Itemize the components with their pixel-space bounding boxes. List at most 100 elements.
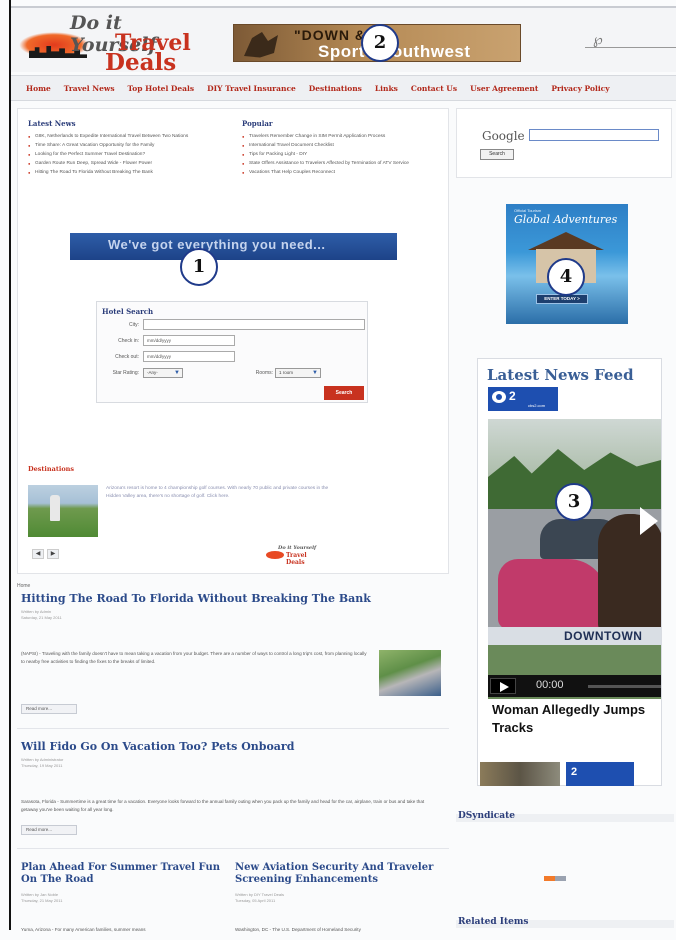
nav-item-home[interactable]: Home xyxy=(26,84,51,93)
article-date: Thursday, 19 May 2011 xyxy=(21,763,63,768)
checkin-label: Check in: xyxy=(118,338,139,344)
read-more-button[interactable]: Read more... xyxy=(21,704,77,714)
destinations-heading: Destinations xyxy=(28,465,75,473)
feed-thumbnails: 2 xyxy=(480,762,634,786)
previous-arrow-icon[interactable]: ◀ xyxy=(32,549,44,559)
article-divider xyxy=(17,848,449,849)
cbs-channel-number: 2 xyxy=(509,389,516,403)
latest-news-link[interactable]: Garden Route Run Deep, Spread Wide - Flo… xyxy=(28,159,203,168)
site-logo[interactable]: Do it Yourself Travel Deals xyxy=(15,12,195,76)
right-sidebar: Google Search Official Tourism Global Ad… xyxy=(456,108,676,940)
article-body: Yuma, Arizona - For many American famili… xyxy=(21,927,146,932)
star-rating-label: Star Rating: xyxy=(112,370,139,376)
rooms-select[interactable]: 1 room xyxy=(275,368,321,378)
ad-title: Global Adventures xyxy=(514,213,618,226)
article-title[interactable]: Hitting The Road To Florida Without Brea… xyxy=(21,592,371,605)
main-content-panel: Latest News G8K, Netherlands to Expedite… xyxy=(17,108,449,574)
main-nav: Home Travel News Top Hotel Deals DIY Tra… xyxy=(11,75,676,101)
article-title[interactable]: Plan Ahead For Summer Travel Fun On The … xyxy=(21,862,233,886)
popular-link[interactable]: International Travel Document Checklist xyxy=(242,141,417,150)
search-icon[interactable]: ℘ xyxy=(593,32,603,48)
star-rating-select[interactable]: -Any- xyxy=(143,368,183,378)
latest-news-heading: Latest News xyxy=(28,119,76,128)
hotel-search-button[interactable]: Search xyxy=(324,386,364,400)
destination-slider-controls: ◀ ▶ xyxy=(32,549,59,559)
callout-marker-1: 1 xyxy=(180,248,218,286)
nav-item-top-hotel-deals[interactable]: Top Hotel Deals xyxy=(128,84,195,93)
popular-link[interactable]: Vacations That Help Couples Reconnect xyxy=(242,168,417,177)
latest-news-link[interactable]: G8K, Netherlands to Expedite Internation… xyxy=(28,132,203,141)
callout-marker-2: 2 xyxy=(361,24,399,62)
left-border-line xyxy=(9,0,11,930)
article-date: Saturday, 21 May 2011 xyxy=(21,615,62,620)
checkout-label: Check out: xyxy=(115,354,139,360)
nav-item-user-agreement[interactable]: User Agreement xyxy=(470,84,538,93)
google-search-button[interactable]: Search xyxy=(480,149,514,160)
popular-heading: Popular xyxy=(242,119,273,128)
feed-headline[interactable]: Woman Allegedly Jumps Tracks xyxy=(492,701,661,737)
feed-thumbnail[interactable] xyxy=(480,762,560,786)
latest-news-link[interactable]: Looking for the Perfect Summer Travel De… xyxy=(28,150,203,159)
news-video-player[interactable]: DOWNTOWN 00:00 xyxy=(488,419,661,699)
syndicate-feed-icon[interactable] xyxy=(544,876,566,881)
next-arrow-icon[interactable]: ▶ xyxy=(47,549,59,559)
article-title[interactable]: New Aviation Security And Traveler Scree… xyxy=(235,862,449,886)
logo-line-3: Deals xyxy=(105,49,177,76)
nav-item-diy-travel-insurance[interactable]: DIY Travel Insurance xyxy=(207,84,296,93)
play-overlay-icon[interactable] xyxy=(640,507,658,535)
hotel-search-form: Hotel Search City: Check in: mm/dd/yyyy … xyxy=(96,301,368,403)
promo-banner[interactable]: We've got everything you need... xyxy=(70,233,397,260)
popular-module: Popular Travelers Remember Change in SIM… xyxy=(242,119,442,177)
callout-marker-4: 4 xyxy=(547,258,585,296)
destination-photo[interactable] xyxy=(28,485,98,537)
cbs2-thumbnail-number: 2 xyxy=(571,766,578,778)
header-search-input[interactable]: ℘ xyxy=(585,32,676,48)
city-label: City: xyxy=(129,322,139,328)
article-title[interactable]: Will Fido Go On Vacation Too? Pets Onboa… xyxy=(21,740,294,753)
latest-news-link[interactable]: Time Share: A Great Vacation Opportunity… xyxy=(28,141,203,150)
rooms-label: Rooms: xyxy=(255,370,273,376)
google-search-input[interactable] xyxy=(529,129,659,141)
video-caption: DOWNTOWN xyxy=(488,627,661,645)
nav-item-travel-news[interactable]: Travel News xyxy=(64,84,115,93)
article-body: (NAPSI) - Traveling with the family does… xyxy=(21,651,367,664)
destination-description[interactable]: Arizona's resort is home to 4 championsh… xyxy=(106,485,331,501)
checkout-input[interactable]: mm/dd/yyyy xyxy=(143,351,235,362)
mini-logo: Do it Yourself Travel Deals xyxy=(264,545,319,566)
article-date: Thursday, 21 May 2011 xyxy=(21,898,63,903)
site-header: Do it Yourself Travel Deals "DOWN & Spor… xyxy=(11,6,676,76)
video-progress-track[interactable] xyxy=(588,685,661,688)
article-date: Tuesday, 05 April 2011 xyxy=(235,898,276,903)
article-photo xyxy=(379,650,441,696)
article-body: Washington, DC - The U.S. Department of … xyxy=(235,927,361,932)
nav-item-links[interactable]: Links xyxy=(375,84,398,93)
video-controls: 00:00 xyxy=(488,675,661,697)
feed-headline-line-1: Woman Allegedly Jumps xyxy=(492,702,646,717)
article-divider xyxy=(17,728,449,729)
checkin-input[interactable]: mm/dd/yyyy xyxy=(143,335,235,346)
latest-news-module: Latest News G8K, Netherlands to Expedite… xyxy=(28,119,228,177)
popular-link[interactable]: Travelers Remember Change in SIM Permit … xyxy=(242,132,417,141)
cbs2-logo[interactable]: 2 cbs2.com xyxy=(488,387,558,411)
golfer-figure xyxy=(50,495,60,521)
play-button-icon[interactable] xyxy=(490,678,516,694)
nav-item-privacy-policy[interactable]: Privacy Policy xyxy=(551,84,609,93)
hotel-search-title: Hotel Search xyxy=(102,307,154,316)
google-search-module: Google Search xyxy=(456,108,672,178)
popular-link[interactable]: Tips for Packing Light - DIY xyxy=(242,150,417,159)
banner-figure-image xyxy=(244,32,278,58)
mini-logo-swoosh xyxy=(266,551,284,559)
video-pink-blanket xyxy=(498,559,608,629)
latest-news-link[interactable]: Hitting The Road To Florida Without Brea… xyxy=(28,168,203,177)
city-input[interactable] xyxy=(143,319,365,330)
breadcrumb[interactable]: Home xyxy=(17,583,30,589)
mini-logo-line-2: Travel Deals xyxy=(286,552,307,566)
related-items-heading: Related Items xyxy=(458,917,529,927)
cbs-site-name: cbs2.com xyxy=(528,403,546,408)
read-more-button[interactable]: Read more... xyxy=(21,825,77,835)
nav-item-destinations[interactable]: Destinations xyxy=(309,84,362,93)
popular-link[interactable]: State Offers Assistance to Travelers Aff… xyxy=(242,159,417,168)
video-time: 00:00 xyxy=(536,679,564,691)
nav-item-contact-us[interactable]: Contact Us xyxy=(411,84,457,93)
cbs2-thumbnail[interactable]: 2 xyxy=(566,762,634,786)
